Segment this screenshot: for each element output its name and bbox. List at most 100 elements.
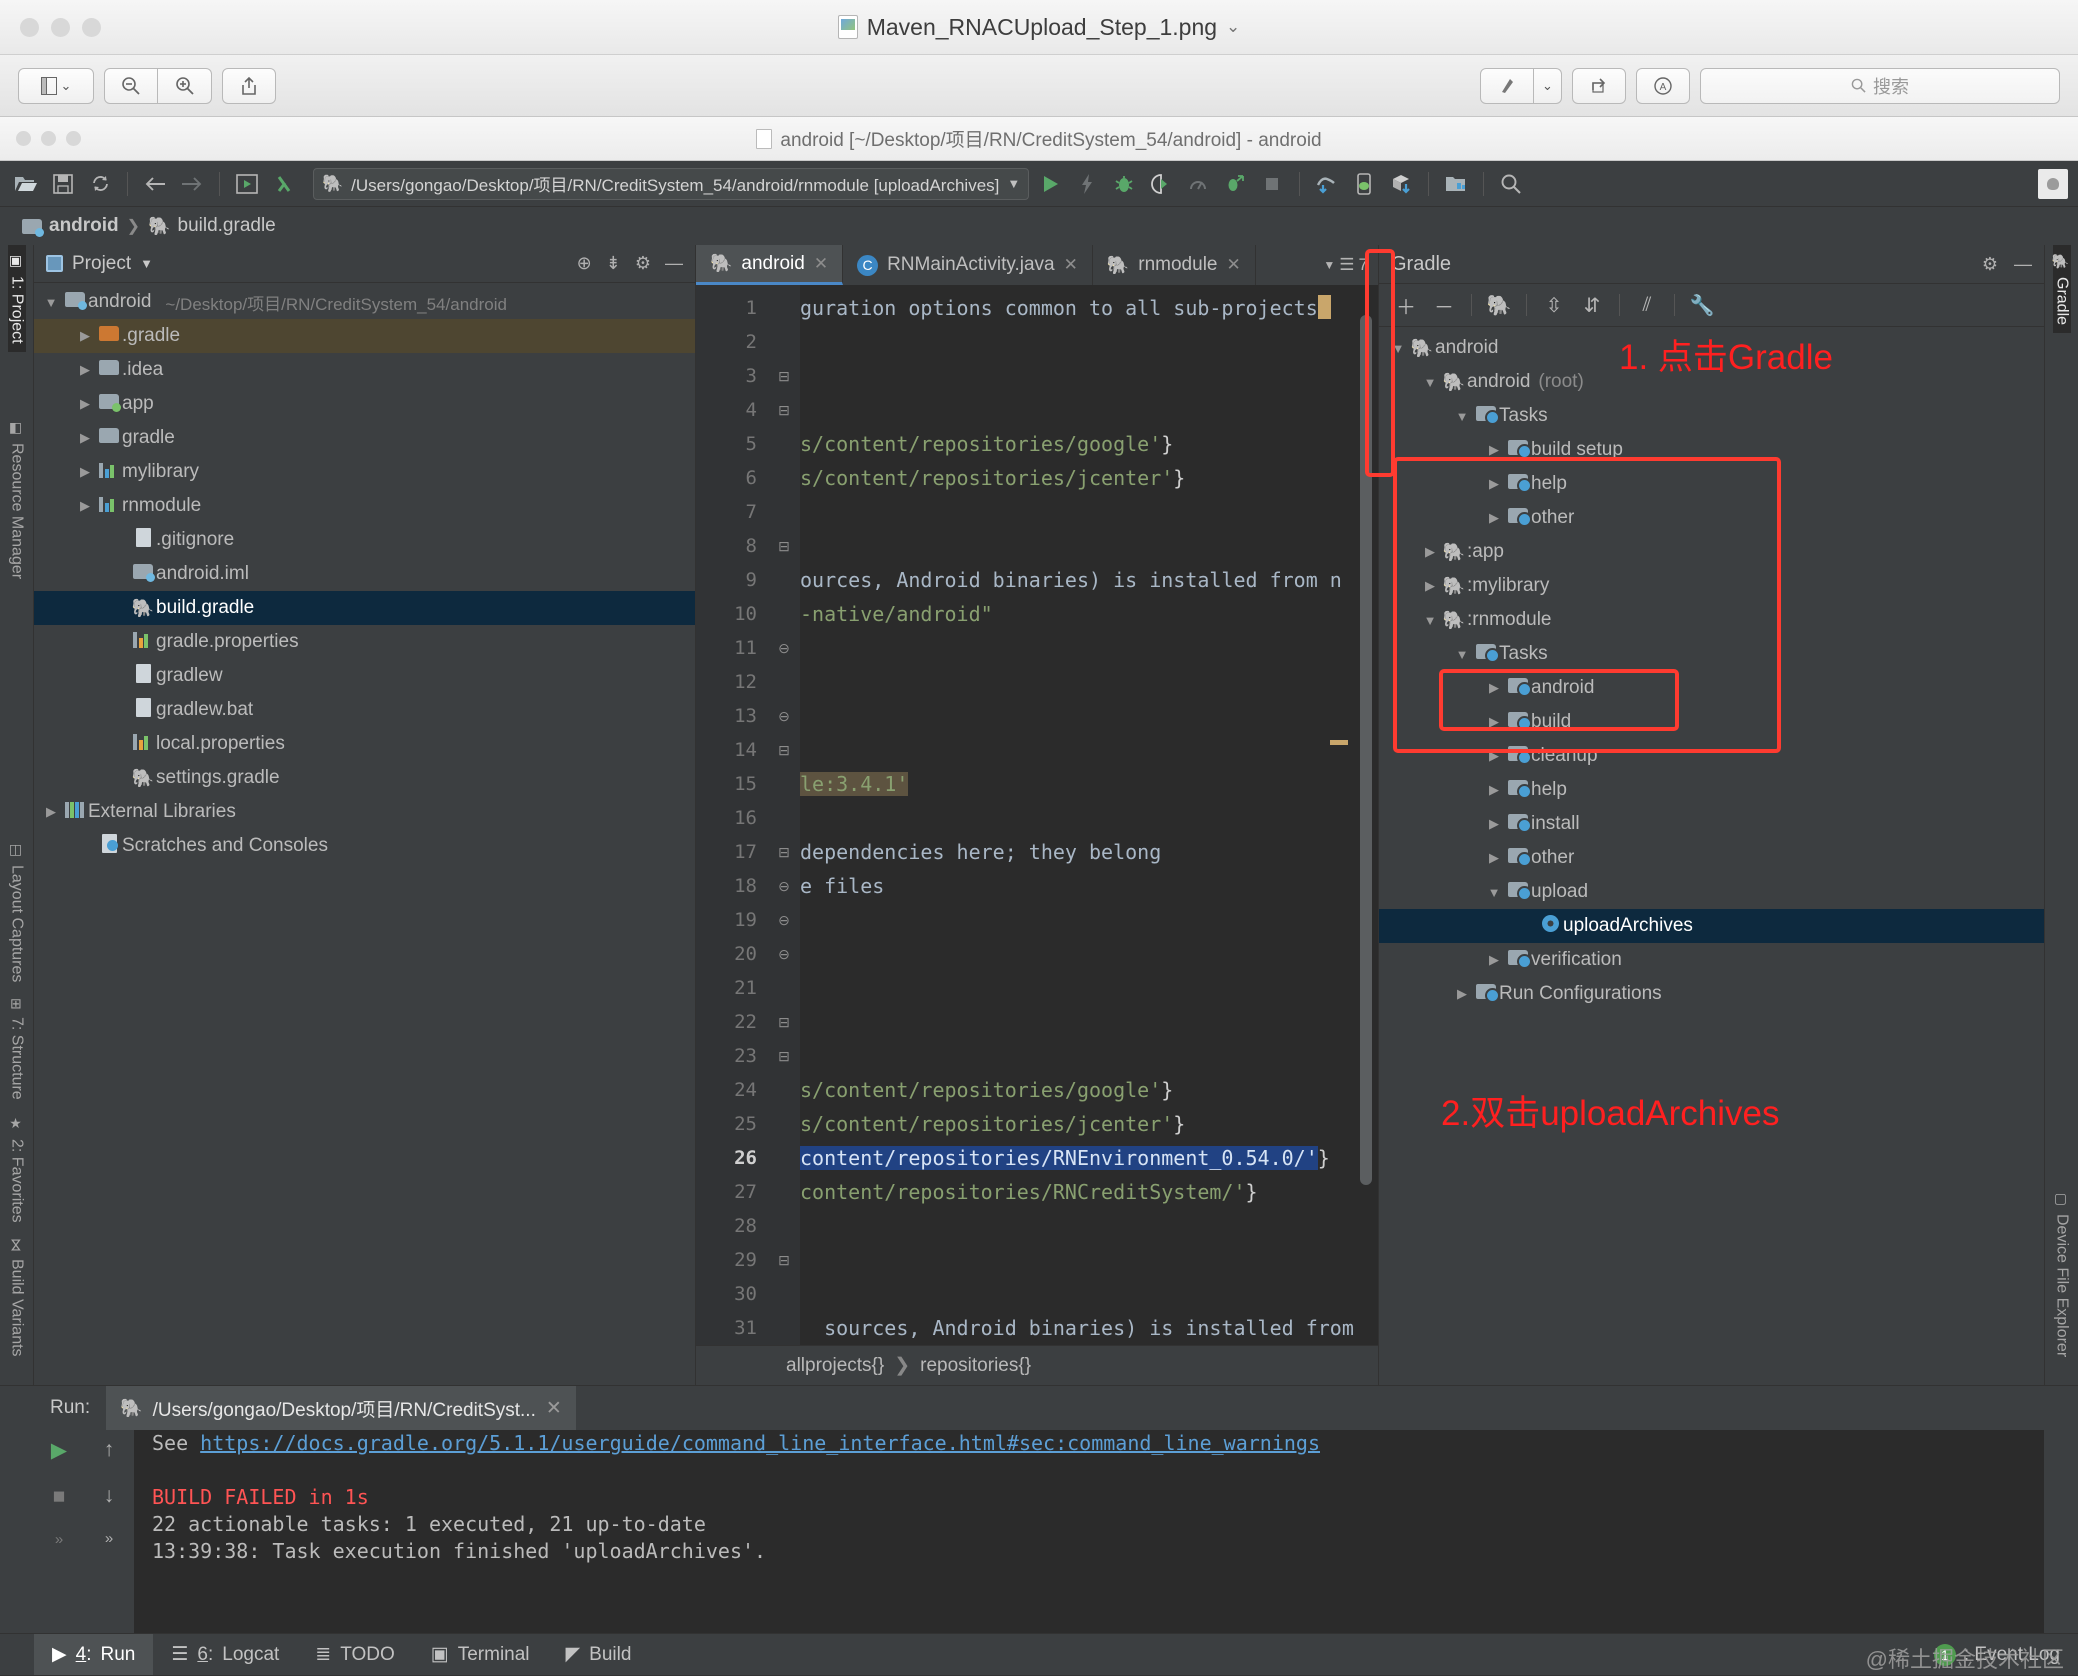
fold-marker[interactable] — [768, 291, 800, 325]
tree-expand-arrow[interactable]: ▶ — [108, 736, 130, 752]
tool-strip-item-terminal[interactable]: ▣Terminal — [413, 1634, 548, 1675]
project-tree-row[interactable]: ▶android.iml — [34, 557, 695, 591]
tree-expand-arrow[interactable]: ▶ — [74, 362, 96, 378]
tree-expand-arrow[interactable]: ▶ — [1483, 442, 1505, 458]
project-tree-row[interactable]: ▶mylibrary — [34, 455, 695, 489]
fold-marker[interactable]: ⊟ — [768, 733, 800, 767]
tree-expand-arrow[interactable]: ▶ — [108, 668, 130, 684]
share-button[interactable] — [222, 68, 276, 104]
project-tree-row[interactable]: ▶rnmodule — [34, 489, 695, 523]
project-tree-row[interactable]: ▶🐘build.gradle — [34, 591, 695, 625]
sidebar-toggle-button[interactable]: ⌄ — [18, 68, 94, 104]
sidebar-item-device-file-explorer[interactable]: ▢ Device File Explorer — [2053, 1183, 2071, 1365]
fold-marker[interactable]: ⊖ — [768, 631, 800, 665]
fold-marker[interactable] — [768, 1141, 800, 1175]
profiler-icon[interactable] — [1182, 168, 1214, 200]
fold-marker[interactable]: ⊟ — [768, 835, 800, 869]
tree-expand-arrow[interactable]: ▼ — [1419, 613, 1441, 628]
editor-tab[interactable]: 🐘rnmodule✕ — [1093, 245, 1256, 285]
sidebar-item-resource-manager[interactable]: ◧ Resource Manager — [8, 412, 26, 587]
sidebar-item-project[interactable]: ▣ 1: Project — [8, 245, 26, 352]
annotate-button[interactable]: A — [1636, 68, 1690, 104]
open-folder-icon[interactable] — [10, 168, 42, 200]
gradle-task-tree[interactable]: ▼🐘android▼🐘android(root)▼Tasks▶build set… — [1379, 327, 2044, 1385]
project-tree-row[interactable]: ▶.gradle — [34, 319, 695, 353]
settings-icon[interactable]: ⚙ — [1982, 254, 1998, 275]
editor-tab[interactable]: CRNMainActivity.java✕ — [843, 245, 1093, 285]
fold-marker[interactable] — [768, 767, 800, 801]
tree-expand-arrow[interactable]: ▼ — [1451, 409, 1473, 424]
close-icon[interactable]: ✕ — [546, 1397, 562, 1420]
sidebar-item-layout-captures[interactable]: ◫ Layout Captures — [8, 834, 26, 990]
markup-button[interactable] — [1480, 68, 1534, 104]
run-icon[interactable] — [1034, 168, 1066, 200]
user-avatar[interactable] — [2038, 169, 2068, 199]
save-icon[interactable] — [47, 168, 79, 200]
more-icon-2[interactable]: » — [105, 1530, 113, 1547]
collapse-all-icon[interactable]: ⇵ — [1575, 290, 1609, 320]
gradle-tree-row[interactable]: ▶android — [1379, 671, 2044, 705]
editor-vertical-scrollbar[interactable] — [1360, 315, 1372, 1185]
fold-marker[interactable]: ⊖ — [768, 937, 800, 971]
project-tree-row[interactable]: ▶gradle — [34, 421, 695, 455]
tree-expand-arrow[interactable]: ▶ — [1483, 748, 1505, 764]
editor-tab[interactable]: 🐘android✕ — [696, 245, 843, 285]
close-icon[interactable]: ✕ — [1226, 255, 1240, 275]
more-icon[interactable]: » — [55, 1531, 63, 1548]
tree-expand-arrow[interactable]: ▶ — [1483, 680, 1505, 696]
project-tree[interactable]: ▼android~/Desktop/项目/RN/CreditSystem_54/… — [34, 283, 695, 1385]
gradle-tree-row[interactable]: ▶help — [1379, 467, 2044, 501]
tree-expand-arrow[interactable]: ▶ — [108, 634, 130, 650]
tool-strip-item-todo[interactable]: ≣TODO — [297, 1634, 412, 1675]
sidebar-item-build-variants[interactable]: ⋈ Build Variants — [8, 1230, 26, 1365]
tree-expand-arrow[interactable]: ▶ — [108, 702, 130, 718]
fold-marker[interactable] — [768, 1209, 800, 1243]
gradle-tree-row[interactable]: ▼Tasks — [1379, 637, 2044, 671]
remove-icon[interactable]: － — [1427, 290, 1461, 320]
markup-dropdown-button[interactable]: ⌄ — [1534, 68, 1562, 104]
structure-crumb-1[interactable]: repositories{} — [920, 1355, 1031, 1377]
code-folding-gutter[interactable]: ⊟⊟⊟⊖⊖⊟⊟⊖⊖⊖⊟⊟⊟⊖⊖⊖⊟⊖ — [768, 285, 800, 1345]
tree-expand-arrow[interactable]: ▶ — [40, 804, 62, 820]
stop-icon[interactable] — [1256, 168, 1288, 200]
sidebar-item-gradle[interactable]: 🐘 Gradle — [2053, 245, 2071, 333]
chevron-down-icon[interactable]: ▼ — [140, 256, 153, 271]
fold-marker[interactable] — [768, 427, 800, 461]
fold-marker[interactable]: ⊟ — [768, 1243, 800, 1277]
fold-marker[interactable] — [768, 1311, 800, 1345]
debug-icon[interactable] — [1108, 168, 1140, 200]
tree-expand-arrow[interactable]: ▶ — [1483, 952, 1505, 968]
fold-marker[interactable]: ⊖ — [768, 699, 800, 733]
fold-marker[interactable] — [768, 461, 800, 495]
tree-expand-arrow[interactable]: ▼ — [40, 295, 62, 310]
tree-expand-arrow[interactable]: ▶ — [1483, 782, 1505, 798]
fold-marker[interactable] — [768, 1073, 800, 1107]
tree-expand-arrow[interactable]: ▶ — [108, 532, 130, 548]
tree-expand-arrow[interactable]: ▼ — [1419, 375, 1441, 390]
project-tree-row[interactable]: ▶.idea — [34, 353, 695, 387]
tree-expand-arrow[interactable]: ▶ — [1419, 578, 1441, 594]
tree-expand-arrow[interactable]: ▶ — [108, 770, 130, 786]
fold-marker[interactable] — [768, 597, 800, 631]
zoom-out-button[interactable] — [104, 68, 158, 104]
code-view[interactable]: 1234567891011121314151617181920212223242… — [696, 285, 1378, 1345]
console-line[interactable]: See https://docs.gradle.org/5.1.1/usergu… — [152, 1430, 2044, 1457]
gradle-tree-row[interactable]: ▶🐘:app — [1379, 535, 2044, 569]
fold-marker[interactable] — [768, 563, 800, 597]
tree-expand-arrow[interactable]: ▶ — [1451, 986, 1473, 1002]
tree-expand-arrow[interactable]: ▶ — [1483, 476, 1505, 492]
tree-expand-arrow[interactable]: ▶ — [74, 838, 96, 854]
sdk-manager-icon-2[interactable] — [1385, 168, 1417, 200]
project-tree-row[interactable]: ▶External Libraries — [34, 795, 695, 829]
locate-icon[interactable]: ⊕ — [577, 253, 592, 274]
refresh-gradle-icon[interactable]: 🐘 — [1482, 290, 1516, 320]
forward-arrow-icon[interactable] — [176, 168, 208, 200]
tree-expand-arrow[interactable]: ▶ — [1515, 918, 1537, 934]
fold-marker[interactable] — [768, 801, 800, 835]
gradle-tree-row[interactable]: ▶build — [1379, 705, 2044, 739]
close-icon[interactable]: ✕ — [1064, 255, 1078, 275]
run-coverage-icon[interactable] — [1145, 168, 1177, 200]
zoom-in-button[interactable] — [158, 68, 212, 104]
tree-expand-arrow[interactable]: ▼ — [1387, 341, 1409, 356]
fold-marker[interactable] — [768, 325, 800, 359]
